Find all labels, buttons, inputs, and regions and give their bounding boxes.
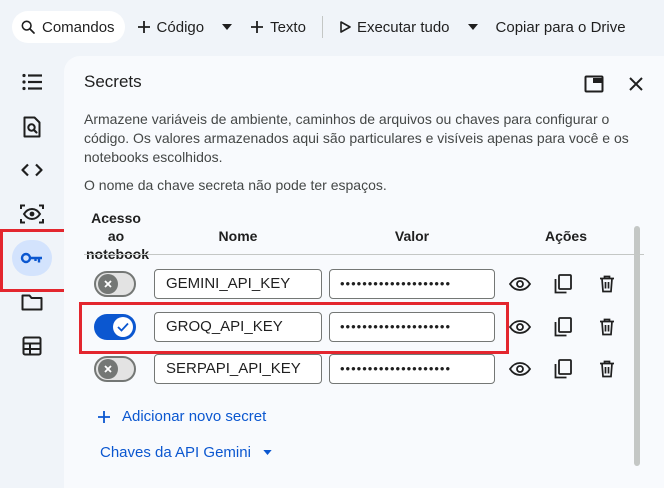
secret-name-field[interactable]: GEMINI_API_KEY [154, 269, 322, 299]
eye-icon [509, 362, 531, 376]
text-label: Texto [270, 18, 306, 36]
panel-title: Secrets [84, 72, 142, 91]
folder-icon [21, 294, 43, 311]
secret-name-field[interactable]: GROQ_API_KEY [154, 312, 322, 342]
copy-value-button[interactable] [550, 272, 576, 296]
code-snippets-button[interactable] [12, 152, 52, 188]
add-secret-label: Adicionar novo secret [122, 408, 267, 425]
gemini-api-keys-dropdown[interactable]: Chaves da API Gemini [100, 444, 272, 461]
key-name-note: O nome da chave secreta não pode ter esp… [84, 177, 387, 193]
run-all-button[interactable]: Executar tudo [331, 11, 458, 43]
add-text-button[interactable]: Texto [242, 11, 314, 43]
copy-value-button[interactable] [550, 357, 576, 381]
open-in-tab-button[interactable] [580, 70, 608, 98]
caret-down-icon [263, 450, 272, 455]
commands-label: Comandos [42, 18, 115, 36]
eye-icon [509, 320, 531, 334]
secret-row: GROQ_API_KEY •••••••••••••••••••• [64, 310, 644, 344]
caret-down-icon [222, 24, 233, 30]
copy-icon [554, 274, 572, 294]
col-header-value: Valor [394, 228, 430, 244]
trash-icon [600, 275, 614, 293]
run-dropdown[interactable] [462, 11, 484, 43]
panel-scrollbar[interactable] [634, 226, 640, 466]
col-header-actions: Ações [544, 228, 588, 244]
close-icon [104, 365, 112, 373]
secret-value-field[interactable]: •••••••••••••••••••• [329, 312, 495, 342]
notebook-toolbar: Comandos Código Texto Executar tudo Copi… [0, 0, 664, 54]
files-button[interactable] [12, 284, 52, 320]
delete-secret-button[interactable] [594, 315, 620, 339]
key-icon [20, 252, 42, 264]
show-value-button[interactable] [507, 272, 533, 296]
play-icon [340, 21, 351, 33]
check-icon [117, 322, 129, 332]
caret-down-icon [467, 24, 478, 30]
close-button[interactable] [622, 70, 650, 98]
commands-button[interactable]: Comandos [12, 11, 125, 43]
secret-row: GEMINI_API_KEY •••••••••••••••••••• [64, 267, 644, 301]
secret-value-field[interactable]: •••••••••••••••••••• [329, 354, 495, 384]
copy-to-drive-button[interactable]: Copiar para o Drive [488, 11, 634, 43]
code-dropdown[interactable] [216, 11, 238, 43]
show-value-button[interactable] [507, 315, 533, 339]
trash-icon [600, 360, 614, 378]
plus-icon [98, 410, 110, 423]
copy-drive-label: Copiar para o Drive [495, 18, 626, 36]
code-label: Código [156, 18, 205, 36]
code-brackets-icon [21, 163, 43, 177]
eye-icon [509, 277, 531, 291]
secrets-button[interactable] [12, 240, 52, 276]
find-button[interactable] [12, 109, 52, 145]
delete-secret-button[interactable] [594, 357, 620, 381]
secret-name-field[interactable]: SERPAPI_API_KEY [154, 354, 322, 384]
toc-button[interactable] [12, 64, 52, 100]
table-grid-icon [22, 336, 42, 356]
delete-secret-button[interactable] [594, 272, 620, 296]
add-code-button[interactable]: Código [129, 11, 213, 43]
copy-icon [554, 317, 572, 337]
secret-value-field[interactable]: •••••••••••••••••••• [329, 269, 495, 299]
gemini-keys-label: Chaves da API Gemini [100, 444, 251, 461]
col-header-name: Nome [218, 228, 258, 244]
data-tables-button[interactable] [12, 328, 52, 364]
close-icon [104, 280, 112, 288]
notebook-access-toggle[interactable] [94, 314, 136, 340]
notebook-access-toggle[interactable] [94, 356, 136, 382]
secrets-panel: Secrets Armazene variáveis de ambiente, … [64, 56, 664, 488]
close-icon [629, 77, 643, 91]
open-in-tab-icon [584, 75, 604, 93]
run-all-label: Executar tudo [356, 18, 450, 36]
variables-inspector-button[interactable] [12, 196, 52, 232]
find-in-file-icon [23, 116, 41, 138]
add-secret-button[interactable]: Adicionar novo secret [98, 408, 266, 425]
side-rail [0, 54, 64, 488]
show-value-button[interactable] [507, 357, 533, 381]
plus-icon [251, 21, 264, 33]
search-icon [21, 20, 35, 34]
secret-row: SERPAPI_API_KEY •••••••••••••••••••• [64, 352, 644, 386]
trash-icon [600, 318, 614, 336]
copy-icon [554, 359, 572, 379]
copy-value-button[interactable] [550, 315, 576, 339]
toolbar-divider [321, 16, 323, 38]
notebook-access-toggle[interactable] [94, 271, 136, 297]
header-divider [84, 254, 644, 255]
panel-description: Armazene variáveis de ambiente, caminhos… [84, 111, 629, 165]
eye-scan-icon [20, 204, 44, 224]
plus-icon [137, 21, 150, 33]
table-of-contents-icon [22, 73, 42, 91]
